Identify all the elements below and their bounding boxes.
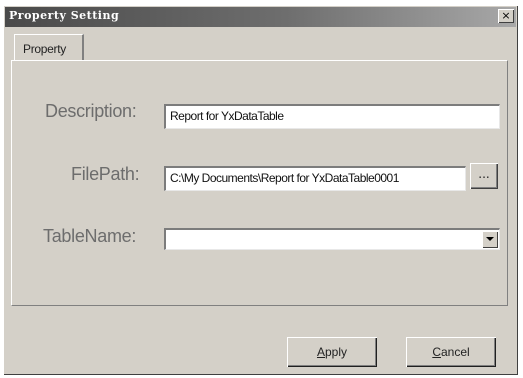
apply-button[interactable]: Apply xyxy=(287,337,377,367)
title-bar[interactable]: Property Setting × xyxy=(5,7,516,27)
tablename-label: TableName: xyxy=(43,226,137,246)
close-button[interactable]: × xyxy=(498,9,514,23)
close-icon: × xyxy=(501,9,511,22)
cancel-mnemonic: C xyxy=(432,345,441,359)
chevron-down-icon[interactable] xyxy=(482,231,498,248)
cancel-button[interactable]: Cancel xyxy=(406,337,496,367)
description-field[interactable]: Report for YxDataTable xyxy=(164,104,500,129)
filepath-label: FilePath: xyxy=(71,164,140,184)
apply-mnemonic: A xyxy=(316,345,325,359)
description-label: Description: xyxy=(45,101,137,121)
browse-button[interactable]: ... xyxy=(470,163,498,189)
apply-label-rest: pply xyxy=(325,345,348,359)
cancel-label-rest: ancel xyxy=(440,345,470,359)
filepath-field[interactable]: C:\My Documents\Report for YxDataTable00… xyxy=(164,166,466,191)
tablename-select[interactable] xyxy=(164,228,500,250)
tab-label: Property xyxy=(23,42,66,56)
window-title: Property Setting xyxy=(9,9,120,22)
tab-property[interactable]: Property xyxy=(14,34,84,60)
